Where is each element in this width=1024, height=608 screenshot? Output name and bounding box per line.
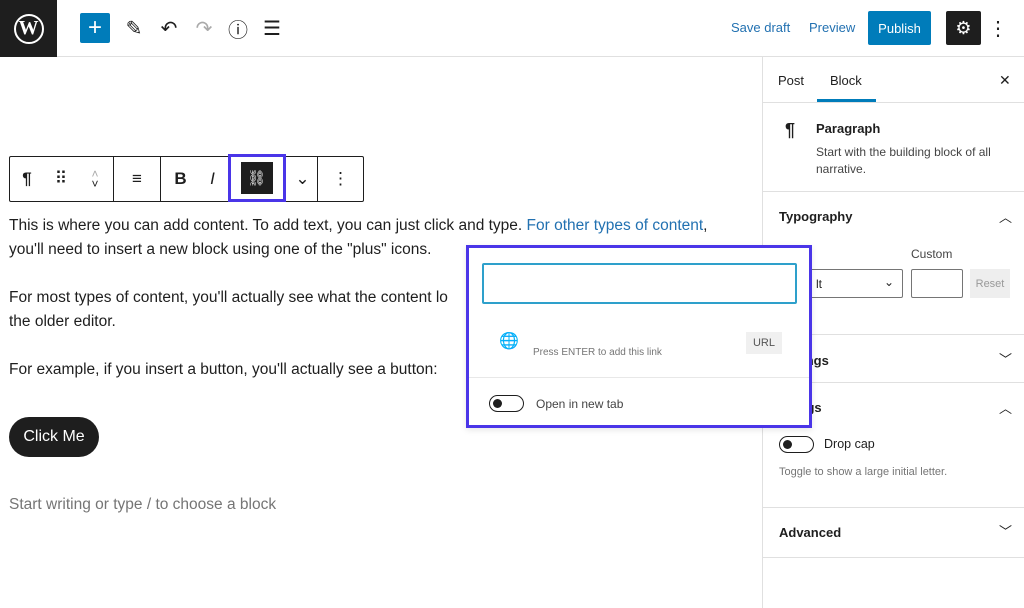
- bold-button[interactable]: B: [164, 157, 198, 201]
- align-icon[interactable]: ≡: [120, 157, 154, 201]
- more-formats-chevron-icon[interactable]: ⌄: [291, 157, 315, 201]
- move-down-icon[interactable]: ˅: [91, 178, 98, 190]
- open-new-tab-toggle[interactable]: [489, 395, 524, 412]
- drag-handle-icon[interactable]: ⠿: [44, 157, 78, 201]
- paragraph-2[interactable]: For most types of content, you'll actual…: [9, 286, 448, 334]
- paragraph-block-icon: ¶: [785, 120, 796, 140]
- edit-tools-icon[interactable]: ✎: [120, 14, 148, 42]
- paragraph-text: the older editor.: [9, 313, 116, 330]
- paragraph-3[interactable]: For example, if you insert a button, you…: [9, 358, 438, 382]
- url-badge: URL: [746, 332, 782, 354]
- settings-gear-icon[interactable]: ⚙: [946, 11, 981, 45]
- advanced-panel-title[interactable]: Advanced: [779, 525, 841, 540]
- link-popover: 🌐 Press ENTER to add this link URL Open …: [466, 245, 812, 428]
- reset-button[interactable]: Reset: [970, 269, 1010, 298]
- paragraph-icon[interactable]: ¶: [10, 157, 44, 201]
- wordpress-icon: W: [13, 13, 44, 44]
- typography-panel-title[interactable]: Typography: [779, 209, 852, 224]
- wordpress-logo[interactable]: W: [0, 0, 57, 57]
- chevron-down-icon: ⌄: [883, 275, 894, 289]
- undo-icon[interactable]: ↶: [155, 14, 183, 42]
- drop-cap-toggle[interactable]: [779, 436, 814, 453]
- paragraph-text: ,: [703, 217, 708, 234]
- block-toolbar: ¶ ⠿ ˄ ˅ ≡ B I ⛓ ⌄ ⋮: [9, 154, 364, 202]
- tab-block[interactable]: Block: [830, 73, 862, 88]
- drop-cap-label: Drop cap: [824, 437, 875, 451]
- custom-size-label: Custom: [911, 247, 953, 261]
- paragraph-text: you'll need to insert a new block using …: [9, 241, 432, 258]
- globe-icon: 🌐: [499, 333, 519, 350]
- link-highlight: ⛓: [227, 154, 286, 202]
- paragraph-text: For most types of content, you'll actual…: [9, 289, 448, 306]
- link-url-input[interactable]: [482, 263, 797, 304]
- drop-cap-help: Toggle to show a large initial letter.: [779, 466, 948, 478]
- block-placeholder[interactable]: Start writing or type / to choose a bloc…: [9, 493, 276, 517]
- chevron-down-icon[interactable]: ﹀: [999, 521, 1012, 540]
- link-hint[interactable]: Press ENTER to add this link: [533, 347, 662, 358]
- add-block-button[interactable]: +: [80, 13, 110, 43]
- custom-size-input[interactable]: [911, 269, 963, 298]
- tab-post[interactable]: Post: [778, 73, 804, 88]
- info-icon[interactable]: ⓘ: [224, 14, 252, 42]
- block-description: Start with the building block of all narr…: [816, 145, 991, 176]
- preview-button[interactable]: Preview: [809, 20, 855, 35]
- save-draft-button[interactable]: Save draft: [731, 20, 790, 35]
- block-title: Paragraph: [816, 121, 881, 136]
- redo-icon[interactable]: ↷: [190, 14, 218, 42]
- publish-button[interactable]: Publish: [868, 11, 931, 45]
- click-me-button[interactable]: Click Me: [9, 417, 99, 457]
- top-toolbar: W + ✎ ↶ ↷ ⓘ ☰ Save draft Preview Publish…: [0, 0, 1024, 57]
- unlink-icon[interactable]: ⛓: [240, 162, 273, 194]
- block-options-icon[interactable]: ⋮: [324, 157, 358, 201]
- divider: [469, 377, 809, 378]
- paragraph-text: This is where you can add content. To ad…: [9, 217, 527, 234]
- chevron-up-icon[interactable]: ︿: [999, 398, 1012, 417]
- chevron-up-icon[interactable]: ︿: [999, 207, 1012, 226]
- content-link[interactable]: For other types of content: [527, 217, 704, 234]
- more-options-icon[interactable]: ⋮: [984, 14, 1012, 42]
- italic-button[interactable]: I: [203, 157, 223, 201]
- open-new-tab-label: Open in new tab: [536, 397, 624, 411]
- chevron-down-icon[interactable]: ﹀: [999, 349, 1012, 368]
- list-view-icon[interactable]: ☰: [258, 14, 286, 42]
- close-icon[interactable]: ✕: [999, 72, 1011, 89]
